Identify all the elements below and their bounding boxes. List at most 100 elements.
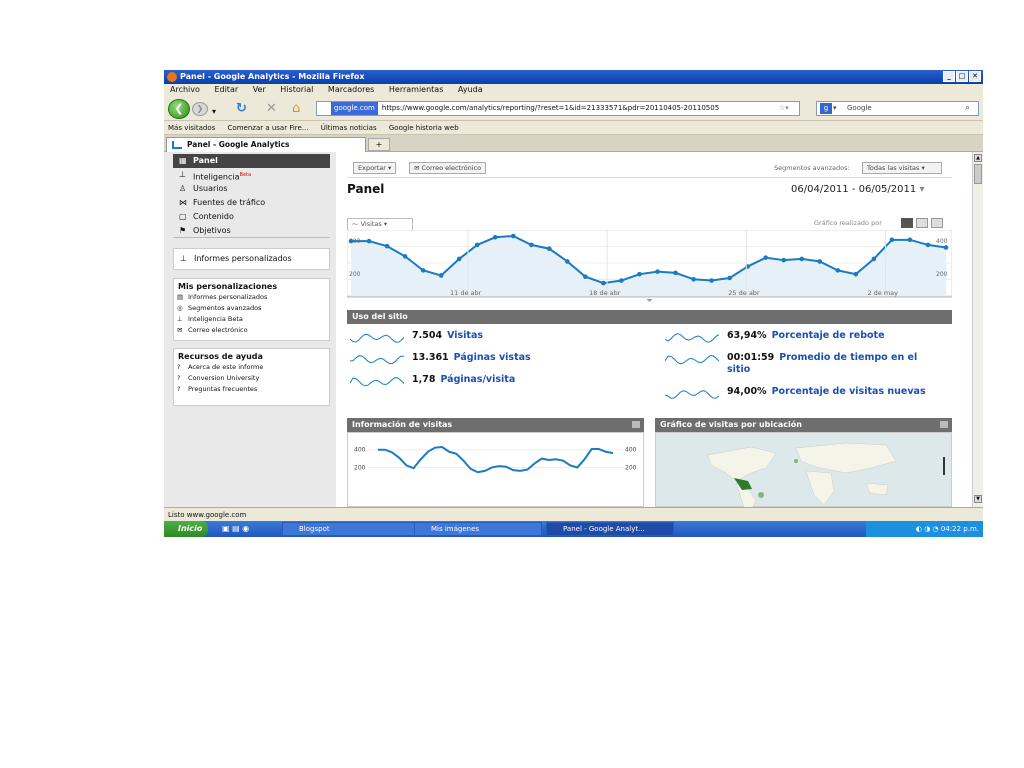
scroll-thumb[interactable] — [974, 164, 982, 184]
google-engine-icon[interactable]: g — [820, 103, 832, 114]
metric-value: 00:01:59 — [727, 352, 775, 363]
widget-menu-icon[interactable] — [940, 421, 948, 428]
mail-icon: ✉ — [177, 326, 183, 334]
menu-editar[interactable]: Editar — [214, 85, 238, 94]
task-firefox[interactable]: Panel - Google Analyt... — [546, 522, 674, 536]
home-icon[interactable]: ⌂ — [292, 102, 300, 115]
metric-link[interactable]: Porcentaje de visitas nuevas — [772, 386, 926, 397]
personalization-item[interactable]: ▤ Informes personalizados — [174, 292, 329, 303]
sidebar-item-label: Objetivos — [193, 226, 231, 235]
help-item[interactable]: ? Conversion University — [174, 373, 329, 384]
quicklaunch-icons[interactable]: ▣ ▤ ◉ — [222, 524, 249, 533]
sidebar-item-label: Fuentes de tráfico — [193, 198, 266, 207]
bookmark-latest-news[interactable]: Últimas noticias — [321, 124, 377, 132]
sidebar-item-panel[interactable]: ▦ Panel — [173, 154, 330, 168]
menu-marcadores[interactable]: Marcadores — [328, 85, 374, 94]
personalization-item[interactable]: ⊥ Inteligencia Beta — [174, 314, 329, 325]
reload-icon[interactable]: ↻ — [236, 102, 247, 115]
close-window-button[interactable]: ✕ — [969, 71, 981, 82]
personalization-label: Correo electrónico — [188, 326, 248, 334]
date-range-selector[interactable]: 06/04/2011 - 06/05/2011 ▾ — [791, 184, 924, 195]
back-button[interactable]: ❮ — [168, 99, 190, 119]
metric-link[interactable]: Páginas vistas — [454, 352, 531, 363]
personalization-item[interactable]: ◎ Segmentos avanzados — [174, 303, 329, 314]
firefox-icon — [167, 72, 177, 82]
tab-panel-analytics[interactable]: Panel - Google Analytics — [166, 137, 366, 152]
site-usage-header: Uso del sitio — [347, 310, 952, 324]
export-button[interactable]: Exportar ▾ — [353, 162, 397, 174]
help-icon: ? — [177, 363, 181, 371]
y-tick-label: 200 — [936, 271, 948, 278]
metric-link[interactable]: Páginas/visita — [440, 374, 515, 385]
maximize-button[interactable]: □ — [956, 71, 968, 82]
bookmark-most-visited[interactable]: Más visitados — [168, 124, 215, 132]
data-point — [420, 268, 426, 273]
sidebar-item-label: Informes personalizados — [194, 254, 292, 263]
page-icon: ▢ — [179, 212, 187, 221]
help-item[interactable]: ? Preguntas frecuentes — [174, 384, 329, 395]
sidebar-item-fuentes[interactable]: ⋈ Fuentes de tráfico — [173, 196, 330, 210]
x-tick-label: 18 de abr — [589, 289, 621, 297]
personalization-item[interactable]: ✉ Correo electrónico — [174, 325, 329, 336]
segments-dropdown[interactable]: Todas las visitas ▾ — [862, 162, 942, 174]
search-icon[interactable]: ⌕ — [965, 102, 970, 115]
site-identity[interactable]: google.com — [331, 102, 378, 115]
sidebar-item-objetivos[interactable]: ⚑ Objetivos — [173, 224, 330, 238]
sidebar-item-contenido[interactable]: ▢ Contenido — [173, 210, 330, 224]
engine-dropdown-icon[interactable]: ▾ — [833, 102, 837, 115]
search-bar[interactable]: g ▾ Google ⌕ — [816, 101, 979, 116]
data-point — [492, 234, 498, 240]
help-item[interactable]: ? Acerca de este informe — [174, 362, 329, 373]
divider — [347, 177, 952, 178]
help-icon: ? — [177, 374, 181, 382]
history-dropdown-icon[interactable]: ▾ — [212, 105, 216, 118]
menu-archivo[interactable]: Archivo — [170, 85, 200, 94]
forward-button[interactable]: ❯ — [192, 102, 208, 116]
visits-widget-title: Información de visitas — [352, 420, 453, 429]
help-label: Acerca de este informe — [188, 363, 264, 371]
data-point — [510, 233, 516, 239]
vertical-scrollbar[interactable]: ▲ ▼ — [972, 152, 983, 507]
scroll-up-icon[interactable]: ▲ — [974, 154, 982, 162]
data-point — [402, 254, 408, 259]
start-button[interactable]: Inicio — [164, 521, 208, 537]
widget-menu-icon[interactable] — [632, 421, 640, 428]
data-point — [817, 259, 823, 264]
minimize-button[interactable]: _ — [943, 71, 955, 82]
chart-metric-dropdown[interactable]: ⁓ Visitas ▾ — [347, 218, 413, 230]
metric-link[interactable]: Visitas — [447, 330, 483, 341]
page-title: Panel — [347, 182, 385, 196]
sidebar-item-inteligencia[interactable]: ⊥ InteligenciaBeta — [173, 168, 330, 182]
sidebar-item-custom-reports[interactable]: ⊥ Informes personalizados — [174, 252, 329, 266]
menu-ver[interactable]: Ver — [253, 85, 266, 94]
stop-icon[interactable]: ✕ — [266, 102, 277, 115]
map-zoom-slider[interactable] — [943, 457, 945, 475]
sidebar-item-label: Inteligencia — [193, 172, 240, 182]
sparkline-path — [665, 333, 719, 343]
graph-by-week-button[interactable] — [916, 218, 928, 228]
menu-herramientas[interactable]: Herramientas — [389, 85, 444, 94]
map-widget-title: Gráfico de visitas por ubicación — [660, 420, 802, 429]
bookmark-star-icon[interactable]: ☆▾ — [779, 102, 789, 115]
custom-reports-box[interactable]: ⊥ Informes personalizados — [173, 248, 330, 270]
graph-by-month-button[interactable] — [931, 218, 943, 228]
data-point — [835, 268, 841, 273]
bookmark-getting-started[interactable]: Comenzar a usar Fire... — [228, 124, 309, 132]
scroll-down-icon[interactable]: ▼ — [974, 495, 982, 503]
data-point — [709, 278, 714, 283]
task-label: Blogspot — [299, 525, 330, 533]
menu-ayuda[interactable]: Ayuda — [458, 85, 483, 94]
window-title: Panel - Google Analytics - Mozilla Firef… — [180, 72, 365, 81]
world-map[interactable] — [655, 432, 952, 509]
email-button[interactable]: ✉ Correo electrónico — [409, 162, 487, 174]
sparkline — [665, 333, 719, 343]
task-mis-imagenes[interactable]: Mis imágenes — [414, 522, 542, 536]
bookmark-google-history[interactable]: Google historia web — [389, 124, 459, 132]
graph-by-day-button[interactable] — [901, 218, 913, 228]
menu-historial[interactable]: Historial — [280, 85, 313, 94]
sidebar-item-usuarios[interactable]: ♙ Usuarios — [173, 182, 330, 196]
new-tab-button[interactable]: + — [368, 138, 390, 151]
metric-link[interactable]: Porcentaje de rebote — [772, 330, 885, 341]
url-bar[interactable]: google.com https://www.google.com/analyti… — [316, 101, 800, 116]
tray-icons[interactable]: ◐ ◑ ◔ — [916, 525, 941, 533]
